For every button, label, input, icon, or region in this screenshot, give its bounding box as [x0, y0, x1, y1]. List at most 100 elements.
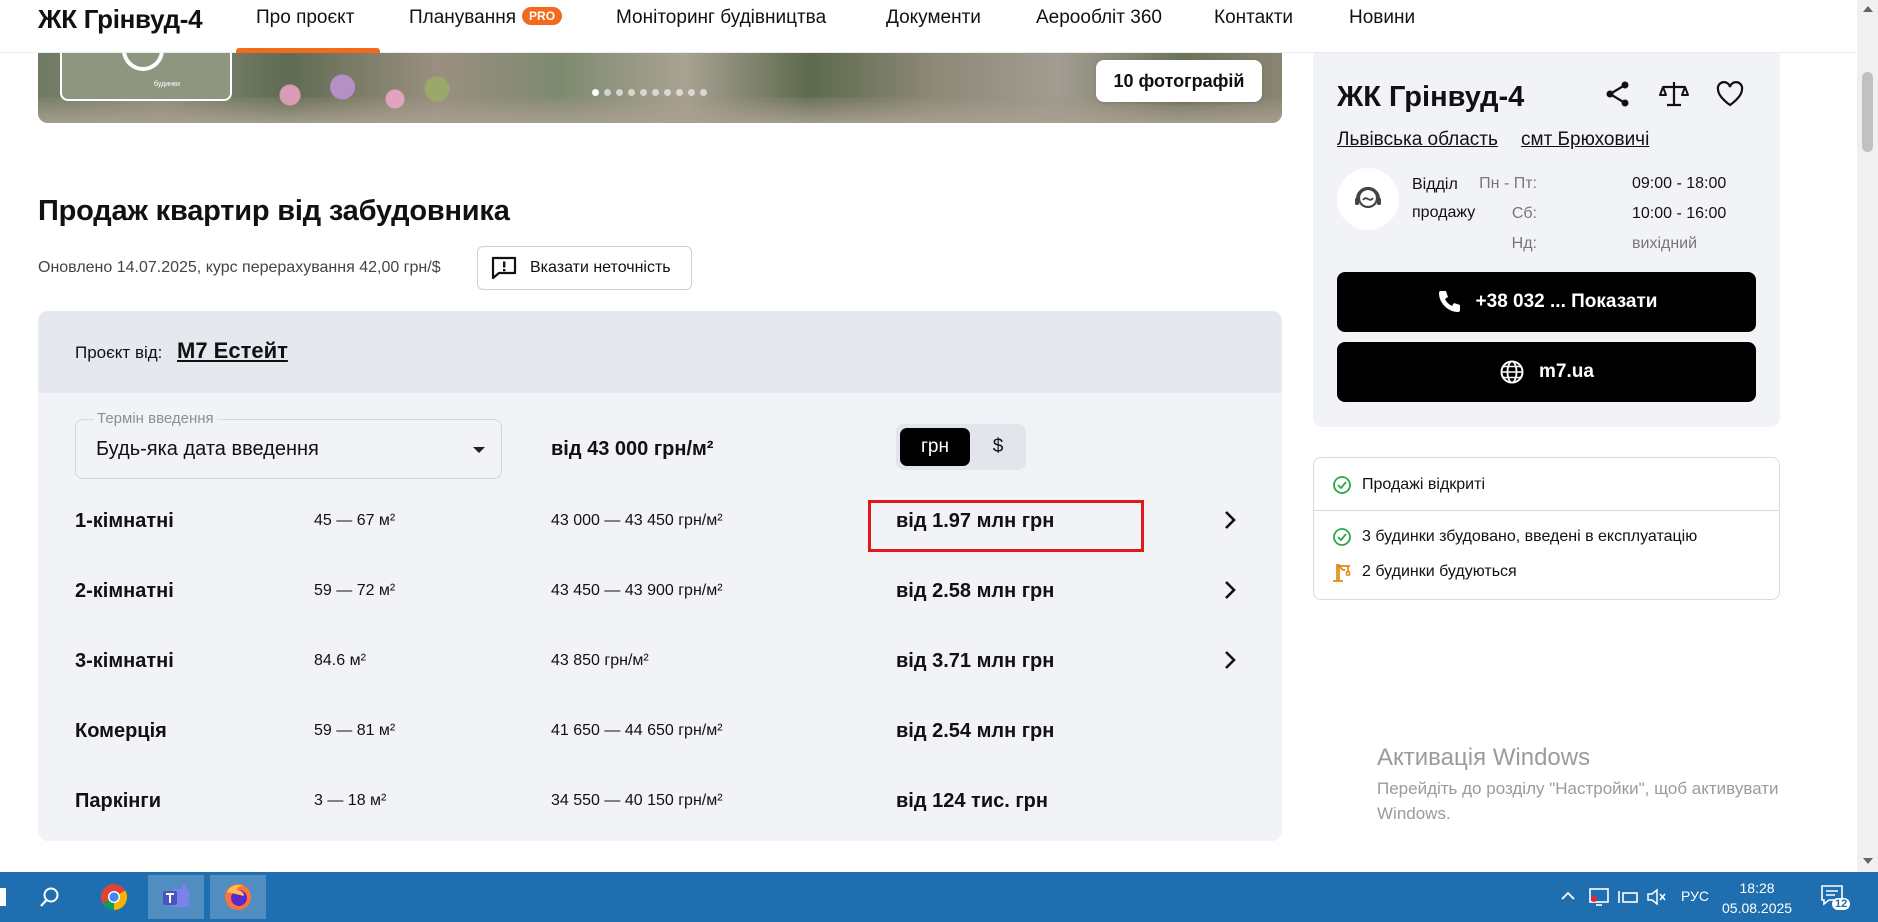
- gallery-dot[interactable]: [616, 89, 623, 96]
- search-icon: [40, 887, 59, 907]
- row-area: 3 — 18 м²: [314, 792, 387, 809]
- start-icon[interactable]: [0, 888, 6, 906]
- show-phone-button[interactable]: +38 032 ... Показати: [1337, 272, 1756, 332]
- gallery-dot[interactable]: [640, 89, 647, 96]
- battery-icon[interactable]: [1618, 888, 1640, 906]
- nav-planning[interactable]: Планування PRO: [409, 7, 563, 29]
- row-area: 45 — 67 м²: [314, 512, 396, 529]
- gallery-dot[interactable]: [628, 89, 635, 96]
- notifications-count: 12: [1832, 898, 1851, 910]
- sales-open-status: Продажі відкриті: [1332, 475, 1485, 495]
- town-link[interactable]: смт Брюховичі: [1521, 129, 1649, 151]
- phone-icon: [1438, 291, 1460, 312]
- row-type: Комерція: [75, 720, 167, 742]
- volume-muted-icon[interactable]: [1646, 888, 1668, 906]
- table-row: Комерція 59 — 81 м² 41 650 — 44 650 грн/…: [38, 696, 1282, 766]
- sales-agent-avatar: [1337, 168, 1399, 230]
- nav-construction-monitoring[interactable]: Моніторинг будівництва: [616, 7, 826, 29]
- page-scrollbar[interactable]: [1857, 0, 1878, 872]
- construction-status-card: Продажі відкриті 3 будинки збудовано, вв…: [1313, 457, 1780, 600]
- pro-badge: PRO: [522, 7, 563, 25]
- heart-icon[interactable]: [1715, 79, 1745, 109]
- card-header: Проєкт від: M7 Естейт: [38, 311, 1282, 393]
- report-icon: [491, 256, 517, 280]
- report-button-label: Вказати неточність: [530, 259, 671, 276]
- taskbar-firefox[interactable]: [210, 875, 266, 919]
- section-title: Продаж квартир від забудовника: [38, 195, 510, 227]
- nav-aerial-360[interactable]: Аерообліт 360: [1036, 7, 1162, 29]
- table-row[interactable]: 2-кімнатні 59 — 72 м² 43 450 — 43 900 гр…: [38, 556, 1282, 626]
- compare-scales-icon[interactable]: [1659, 79, 1689, 109]
- hours-weekday-label: Пн - Пт:: [1479, 175, 1537, 192]
- nav-news[interactable]: Новини: [1349, 7, 1415, 29]
- chevron-up-icon[interactable]: [1561, 891, 1575, 901]
- row-price-per-m2: 34 550 — 40 150 грн/м²: [551, 792, 723, 809]
- chevron-right-icon[interactable]: [1218, 578, 1242, 602]
- row-area: 84.6 м²: [314, 652, 366, 669]
- gallery-dot[interactable]: [664, 89, 671, 96]
- row-price: від 3.71 млн грн: [896, 650, 1055, 672]
- row-type: 3-кімнатні: [75, 650, 174, 672]
- taskbar-clock[interactable]: 18:28 05.08.2025: [1722, 878, 1792, 918]
- row-area: 59 — 81 м²: [314, 722, 396, 739]
- activation-text: Перейдіть до розділу "Настройки", щоб ак…: [1377, 779, 1779, 823]
- globe-icon: [1500, 360, 1524, 384]
- headset-icon: [1355, 186, 1381, 209]
- scroll-down-arrow-icon[interactable]: [1863, 858, 1873, 864]
- firefox-icon: [225, 884, 251, 910]
- report-inaccuracy-button[interactable]: Вказати неточність: [477, 246, 692, 290]
- check-circle-icon: [1333, 528, 1351, 546]
- table-row[interactable]: 3-кімнатні 84.6 м² 43 850 грн/м² від 3.7…: [38, 626, 1282, 696]
- hours-weekday-value: 09:00 - 18:00: [1632, 175, 1727, 192]
- gallery-dot[interactable]: [592, 89, 599, 96]
- windows-taskbar: РУС 18:28 05.08.2025 12: [0, 872, 1878, 922]
- region-link[interactable]: Львівська область: [1337, 129, 1498, 151]
- site-logo[interactable]: ЖК Грінвуд-4: [38, 4, 203, 35]
- website-button[interactable]: m7.ua: [1337, 342, 1756, 402]
- active-nav-underline: [236, 48, 380, 53]
- row-price-per-m2: 43 450 — 43 900 грн/м²: [551, 582, 723, 599]
- chevron-right-icon[interactable]: [1218, 508, 1242, 532]
- min-price-per-m2: від 43 000 грн/м²: [551, 438, 714, 460]
- hero-flowers-image: [248, 71, 458, 111]
- gallery-dot[interactable]: [688, 89, 695, 96]
- row-type: Паркінги: [75, 790, 161, 812]
- gallery-dot[interactable]: [604, 89, 611, 96]
- activation-title: Активація Windows: [1377, 744, 1591, 771]
- browser-viewport: ЖК Грінвуд-4 Про проєкт Планування PRO Мо…: [0, 0, 1878, 872]
- commissioning-date-select[interactable]: Термін введення Будь-яка дата введення: [75, 410, 502, 479]
- caret-down-icon: [473, 447, 485, 453]
- hours-sunday-label: Нд:: [1511, 235, 1537, 252]
- developer-link[interactable]: M7 Естейт: [177, 338, 288, 364]
- nav-about[interactable]: Про проєкт: [256, 7, 354, 29]
- phone-button-label: +38 032 ... Показати: [1475, 291, 1658, 312]
- share-icon[interactable]: [1603, 79, 1633, 109]
- gallery-dot[interactable]: [676, 89, 683, 96]
- thumbnail-caption: будинки: [154, 81, 180, 88]
- taskbar-search-button[interactable]: [22, 875, 78, 919]
- scroll-up-arrow-icon[interactable]: [1863, 6, 1873, 12]
- row-price: від 124 тис. грн: [896, 790, 1048, 812]
- network-icon[interactable]: [1588, 887, 1610, 907]
- prices-card: Проєкт від: M7 Естейт Термін введення Бу…: [38, 311, 1282, 841]
- scroll-thumb[interactable]: [1862, 72, 1873, 152]
- currency-uah-option[interactable]: грн: [900, 428, 970, 466]
- gallery-dot[interactable]: [700, 89, 707, 96]
- currency-usd-option[interactable]: $: [974, 428, 1022, 466]
- gallery-dot[interactable]: [652, 89, 659, 96]
- nav-documents[interactable]: Документи: [886, 7, 981, 29]
- status-divider: [1314, 510, 1779, 511]
- hours-saturday-label: Сб:: [1511, 205, 1537, 222]
- keyboard-language[interactable]: РУС: [1681, 888, 1709, 904]
- row-price-per-m2: 43 850 грн/м²: [551, 652, 649, 669]
- taskbar-chrome[interactable]: [86, 875, 142, 919]
- photos-count-button[interactable]: 10 фотографій: [1096, 60, 1262, 102]
- taskbar-teams[interactable]: [148, 875, 204, 919]
- row-type: 1-кімнатні: [75, 510, 174, 532]
- project-actions: [1603, 79, 1745, 109]
- nav-contacts[interactable]: Контакти: [1214, 7, 1293, 29]
- chevron-right-icon[interactable]: [1218, 648, 1242, 672]
- gallery-thumbnail[interactable]: будинки: [60, 53, 232, 101]
- built-status-text: 3 будинки збудовано, введені в експлуата…: [1362, 528, 1698, 545]
- project-title: ЖК Грінвуд-4: [1337, 81, 1525, 113]
